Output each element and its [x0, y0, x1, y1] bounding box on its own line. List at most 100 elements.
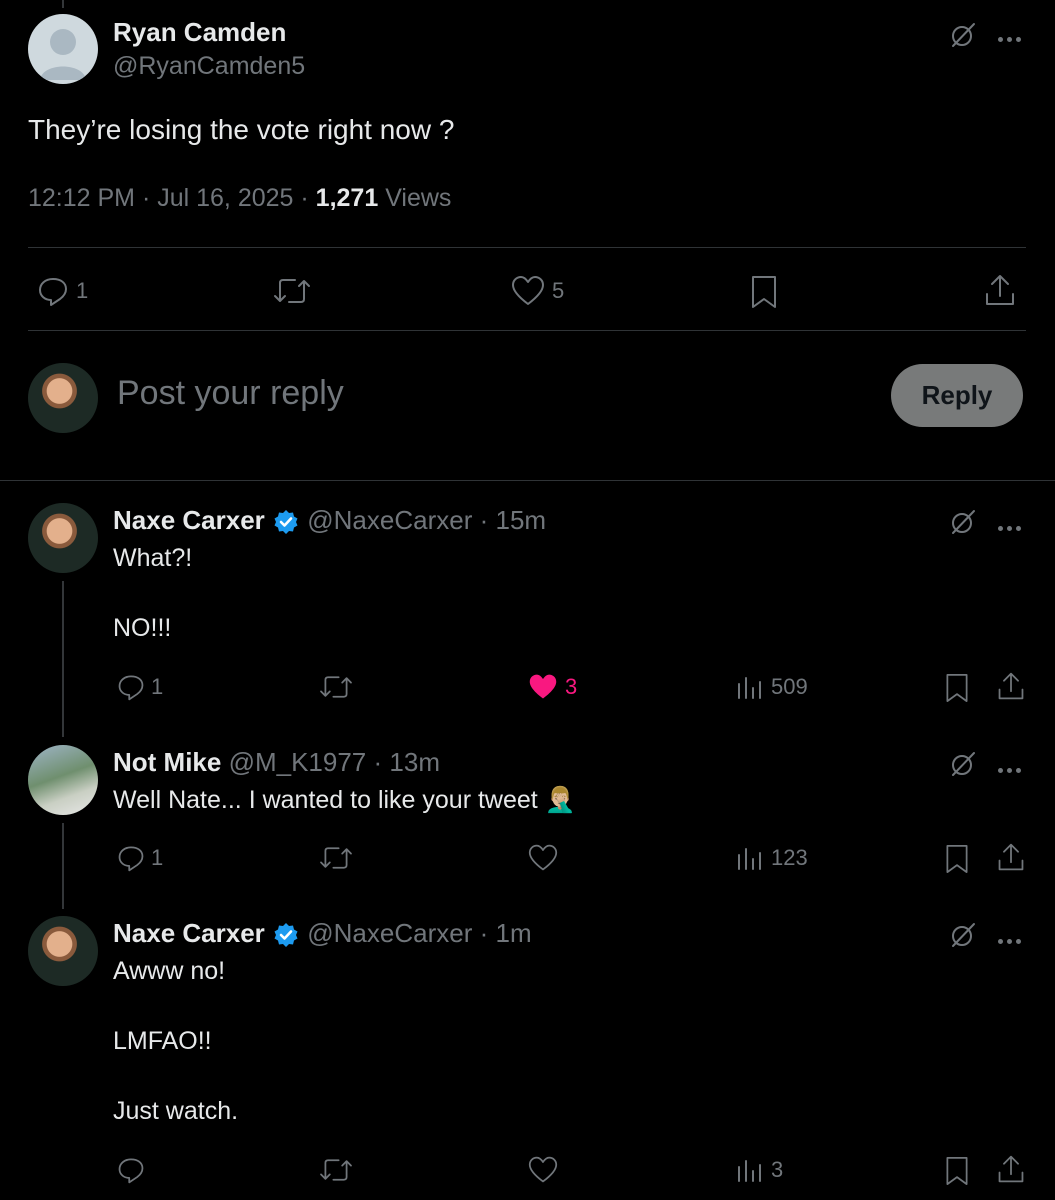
heart-icon [512, 276, 544, 305]
reply-icon [39, 278, 67, 306]
like-button[interactable] [527, 843, 565, 873]
reply-count: 1 [151, 674, 164, 699]
separator: · [479, 918, 489, 948]
avatar[interactable] [28, 745, 98, 815]
analytics-icon [738, 677, 761, 699]
reply-header: Naxe Carxer @NaxeCarxer · 1m [113, 918, 532, 949]
reply-text: Awww no! LMFAO!! Just watch. [113, 957, 239, 1125]
repost-icon [320, 847, 352, 869]
author-name[interactable]: Ryan Camden [113, 17, 286, 48]
bookmark-button[interactable] [943, 1155, 971, 1187]
more-options-icon[interactable] [998, 29, 1025, 47]
reply-input[interactable]: Post your reply [117, 374, 344, 413]
section-divider [0, 480, 1055, 481]
author-name[interactable]: Naxe Carxer [113, 505, 265, 535]
reply-icon [118, 846, 144, 872]
post-meta: 12:12 PM · Jul 16, 2025 · 1,271 Views [28, 184, 451, 213]
heart-icon [528, 844, 558, 871]
thread-line [62, 823, 64, 909]
reply-text: What?! NO!!! [113, 544, 193, 642]
share-button[interactable] [996, 670, 1026, 702]
share-icon [986, 275, 1014, 305]
share-icon [998, 843, 1024, 871]
avatar[interactable] [28, 14, 98, 84]
views-button[interactable]: 509 [735, 672, 808, 702]
current-user-avatar[interactable] [28, 363, 98, 433]
views-label: Views [385, 184, 452, 212]
author-handle[interactable]: @NaxeCarxer [307, 505, 472, 535]
like-button[interactable] [527, 1155, 565, 1185]
more-options-icon[interactable] [998, 518, 1025, 536]
reply-text: Well Nate... I wanted to like your tweet… [113, 786, 576, 814]
analytics-icon [738, 848, 761, 870]
bookmark-icon [752, 276, 776, 308]
like-count: 3 [565, 674, 578, 699]
author-handle[interactable]: @NaxeCarxer [307, 918, 472, 948]
grok-icon[interactable] [948, 749, 978, 779]
bookmark-icon [946, 674, 968, 702]
repost-button[interactable] [318, 843, 354, 873]
share-icon [998, 672, 1024, 700]
reply-button[interactable] [116, 1155, 151, 1185]
grok-icon[interactable] [948, 920, 978, 950]
view-count: 3 [771, 1157, 784, 1182]
heart-filled-icon [529, 674, 557, 699]
default-avatar-icon [40, 29, 86, 80]
reply-button-submit[interactable]: Reply [891, 364, 1023, 427]
reply-button[interactable]: 1 [116, 672, 163, 702]
grok-icon[interactable] [948, 20, 978, 50]
author-name[interactable]: Naxe Carxer [113, 918, 265, 948]
verified-badge-icon [272, 921, 300, 949]
repost-icon [320, 676, 352, 698]
avatar[interactable] [28, 916, 98, 986]
reply-count: 1 [151, 845, 164, 870]
share-button[interactable] [983, 272, 1017, 308]
like-count: 5 [552, 278, 565, 303]
like-button[interactable]: 5 [510, 274, 564, 308]
like-button[interactable]: 3 [527, 672, 577, 702]
repost-button[interactable] [318, 672, 354, 702]
verified-badge-icon [272, 508, 300, 536]
bookmark-icon [946, 845, 968, 873]
separator: · [479, 505, 489, 535]
avatar[interactable] [28, 503, 98, 573]
reply-count: 1 [76, 278, 89, 303]
author-handle[interactable]: @M_K1977 [229, 747, 367, 777]
share-icon [998, 1155, 1024, 1183]
bookmark-button[interactable] [748, 274, 780, 310]
bookmark-button[interactable] [943, 672, 971, 704]
reply-header: Not Mike @M_K1977 · 13m [113, 747, 440, 778]
heart-icon [528, 1156, 558, 1183]
grok-icon[interactable] [948, 507, 978, 537]
thread-connector-top [62, 0, 64, 8]
repost-icon [274, 279, 310, 303]
view-count: 123 [771, 845, 808, 870]
divider [28, 247, 1026, 248]
reply-header: Naxe Carxer @NaxeCarxer · 15m [113, 505, 546, 536]
view-count: 509 [771, 674, 808, 699]
repost-button[interactable] [318, 1155, 354, 1185]
more-options-icon[interactable] [998, 760, 1025, 778]
post-age[interactable]: 15m [496, 505, 547, 535]
more-options-icon[interactable] [998, 931, 1025, 949]
separator: · [373, 747, 383, 777]
thread-line [62, 581, 64, 737]
share-button[interactable] [996, 1153, 1026, 1185]
post-age[interactable]: 1m [496, 918, 532, 948]
divider [28, 330, 1026, 331]
share-button[interactable] [996, 841, 1026, 873]
repost-icon [320, 1159, 352, 1181]
post-timestamp[interactable]: 12:12 PM · Jul 16, 2025 · [28, 184, 309, 212]
repost-button[interactable] [272, 274, 312, 308]
views-button[interactable]: 123 [735, 843, 808, 873]
reply-button[interactable]: 1 [116, 843, 163, 873]
author-name[interactable]: Not Mike [113, 747, 221, 777]
post-age[interactable]: 13m [389, 747, 440, 777]
bookmark-button[interactable] [943, 843, 971, 875]
post-text: They’re losing the vote right now ? [28, 114, 455, 145]
views-count: 1,271 [315, 184, 379, 212]
views-button[interactable]: 3 [735, 1155, 783, 1185]
reply-button[interactable]: 1 [36, 274, 88, 308]
bookmark-icon [946, 1157, 968, 1185]
author-handle[interactable]: @RyanCamden5 [113, 52, 305, 81]
